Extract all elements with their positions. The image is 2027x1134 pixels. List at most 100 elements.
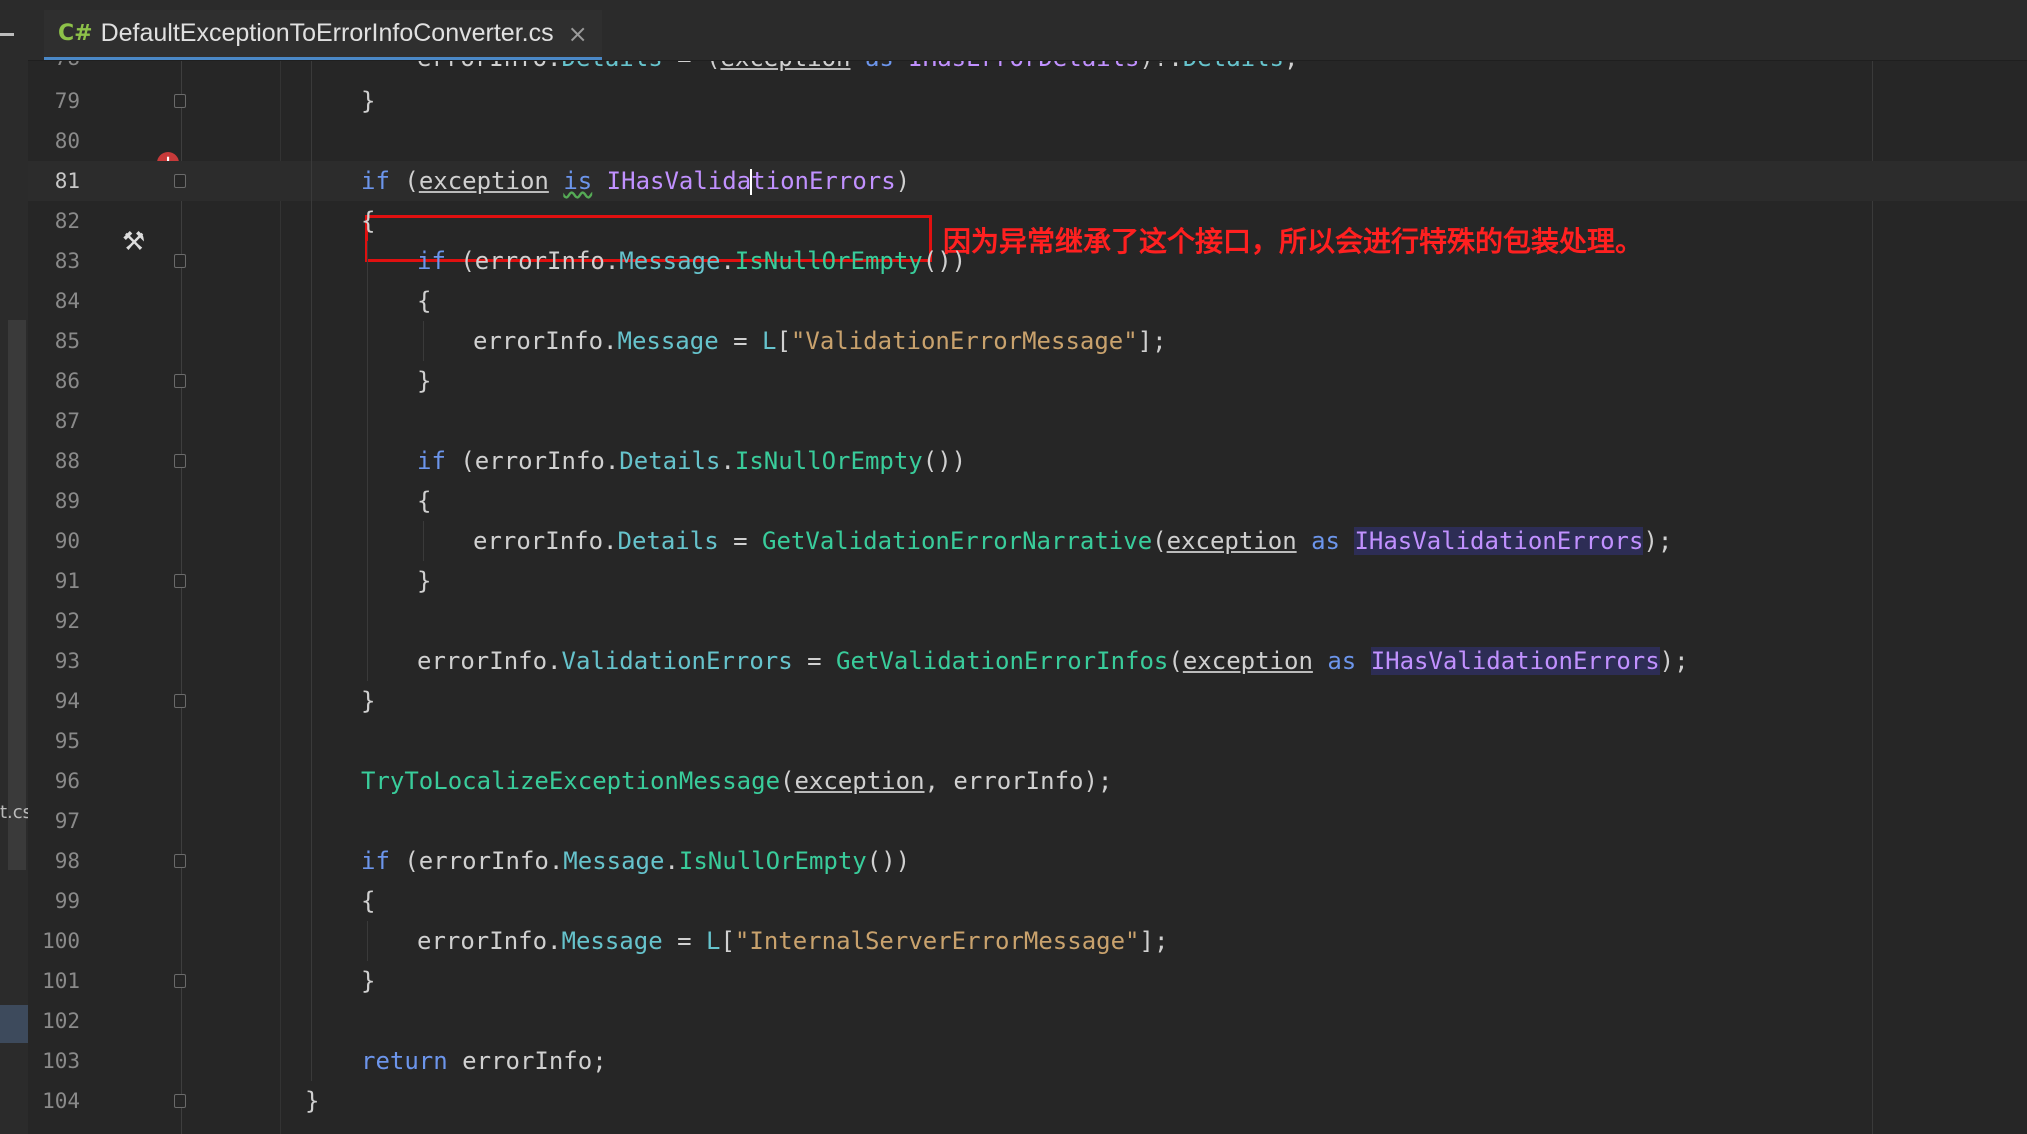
code-line[interactable]: 99 { xyxy=(28,881,2027,921)
fold-start-icon[interactable] xyxy=(174,854,186,868)
line-number: 87 xyxy=(28,401,80,441)
code-text[interactable]: { xyxy=(361,881,375,921)
indent-guide xyxy=(367,921,368,961)
line-number: 80 xyxy=(28,121,80,161)
indent-guide xyxy=(423,521,424,561)
code-line[interactable]: 90 errorInfo.Details = GetValidationErro… xyxy=(28,521,2027,561)
code-line[interactable]: 80 xyxy=(28,121,2027,161)
code-text[interactable]: { xyxy=(417,481,431,521)
code-text[interactable]: errorInfo.Message = L["InternalServerErr… xyxy=(417,921,1168,961)
code-text[interactable]: } xyxy=(361,681,375,721)
code-line[interactable]: 84 { xyxy=(28,281,2027,321)
line-number: 84 xyxy=(28,281,80,321)
fold-end-icon[interactable] xyxy=(174,374,186,388)
line-number: 79 xyxy=(28,81,80,121)
code-text[interactable]: } xyxy=(361,81,375,121)
code-line[interactable]: 79 } xyxy=(28,81,2027,121)
code-line[interactable]: 96 TryToLocalizeExceptionMessage(excepti… xyxy=(28,761,2027,801)
code-line[interactable]: 103 return errorInfo; xyxy=(28,1041,2027,1081)
file-tab[interactable]: C# DefaultExceptionToErrorInfoConverter.… xyxy=(44,10,602,60)
line-number: 82 xyxy=(28,201,80,241)
editor-tab-bar: C# DefaultExceptionToErrorInfoConverter.… xyxy=(28,0,2027,61)
csharp-icon: C# xyxy=(58,21,93,46)
code-line[interactable]: 89 { xyxy=(28,481,2027,521)
line-number: 96 xyxy=(28,761,80,801)
line-number: 93 xyxy=(28,641,80,681)
code-line-current[interactable]: 81 if (exception is IHasValidationErrors… xyxy=(28,161,2027,201)
code-line[interactable]: 82 { xyxy=(28,201,2027,241)
code-editor[interactable]: 78 errorInfo.Details = (exception as IHa… xyxy=(28,61,2027,1134)
code-line[interactable]: 85 errorInfo.Message = L["ValidationErro… xyxy=(28,321,2027,361)
code-text[interactable]: if (exception is IHasValidationErrors) xyxy=(361,161,910,201)
line-number: 102 xyxy=(28,1001,80,1041)
line-number: 91 xyxy=(28,561,80,601)
line-number: 94 xyxy=(28,681,80,721)
file-tab-label: DefaultExceptionToErrorInfoConverter.cs xyxy=(101,19,554,48)
code-line[interactable]: 101 } xyxy=(28,961,2027,1001)
fold-end-icon[interactable] xyxy=(174,974,186,988)
code-line[interactable]: 104 } xyxy=(28,1081,2027,1121)
line-number: 98 xyxy=(28,841,80,881)
fold-end-icon[interactable] xyxy=(174,94,186,108)
code-text[interactable]: } xyxy=(417,561,431,601)
line-number: 86 xyxy=(28,361,80,401)
code-text[interactable]: errorInfo.ValidationErrors = GetValidati… xyxy=(417,641,1689,681)
code-line[interactable]: 94 } xyxy=(28,681,2027,721)
side-panel-strip[interactable]: t.cs xyxy=(0,0,29,1134)
fold-end-icon[interactable] xyxy=(174,574,186,588)
code-line[interactable]: 78 errorInfo.Details = (exception as IHa… xyxy=(28,61,2027,78)
code-text[interactable]: if (errorInfo.Details.IsNullOrEmpty()) xyxy=(417,441,966,481)
code-line[interactable]: 102 xyxy=(28,1001,2027,1041)
fold-end-icon[interactable] xyxy=(174,1094,186,1108)
code-line[interactable]: 83 if (errorInfo.Message.IsNullOrEmpty()… xyxy=(28,241,2027,281)
code-line[interactable]: 97 xyxy=(28,801,2027,841)
code-text[interactable]: return errorInfo; xyxy=(361,1041,607,1081)
fold-start-icon[interactable] xyxy=(174,254,186,268)
line-number: 83 xyxy=(28,241,80,281)
indent-guide xyxy=(367,241,368,681)
line-number: 103 xyxy=(28,1041,80,1081)
code-text[interactable]: TryToLocalizeExceptionMessage(exception,… xyxy=(361,761,1112,801)
code-text[interactable]: errorInfo.Details = (exception as IHasEr… xyxy=(417,61,1298,78)
line-number: 89 xyxy=(28,481,80,521)
line-number: 90 xyxy=(28,521,80,561)
code-text[interactable]: } xyxy=(361,961,375,1001)
code-text[interactable]: { xyxy=(417,281,431,321)
code-line[interactable]: 88 if (errorInfo.Details.IsNullOrEmpty()… xyxy=(28,441,2027,481)
line-number: 99 xyxy=(28,881,80,921)
code-line[interactable]: 87 xyxy=(28,401,2027,441)
collapse-icon[interactable] xyxy=(0,33,14,36)
line-number: 88 xyxy=(28,441,80,481)
code-line[interactable]: 92 xyxy=(28,601,2027,641)
code-line[interactable]: 95 xyxy=(28,721,2027,761)
line-number: 97 xyxy=(28,801,80,841)
line-number: 81 xyxy=(28,161,80,201)
fold-end-icon[interactable] xyxy=(174,694,186,708)
line-number: 100 xyxy=(28,921,80,961)
indent-guide xyxy=(311,61,312,1081)
code-text[interactable]: errorInfo.Message = L["ValidationErrorMe… xyxy=(473,321,1167,361)
code-text[interactable]: errorInfo.Details = GetValidationErrorNa… xyxy=(473,521,1672,561)
line-number: 101 xyxy=(28,961,80,1001)
fold-start-icon[interactable] xyxy=(174,454,186,468)
close-icon[interactable]: × xyxy=(568,20,588,48)
code-line[interactable]: 86 } xyxy=(28,361,2027,401)
side-panel-selection xyxy=(0,1005,28,1043)
code-line[interactable]: 91 } xyxy=(28,561,2027,601)
line-number: 95 xyxy=(28,721,80,761)
code-text[interactable]: { xyxy=(361,201,375,241)
line-number: 104 xyxy=(28,1081,80,1121)
code-text[interactable]: } xyxy=(417,361,431,401)
indent-guide xyxy=(423,321,424,361)
line-number: 78 xyxy=(28,61,80,78)
code-text[interactable]: if (errorInfo.Message.IsNullOrEmpty()) xyxy=(361,841,910,881)
code-line[interactable]: 93 errorInfo.ValidationErrors = GetValid… xyxy=(28,641,2027,681)
fold-start-icon[interactable] xyxy=(174,174,186,188)
code-line[interactable]: 100 errorInfo.Message = L["InternalServe… xyxy=(28,921,2027,961)
code-text[interactable]: } xyxy=(305,1081,319,1121)
line-number: 85 xyxy=(28,321,80,361)
code-line[interactable]: 98 if (errorInfo.Message.IsNullOrEmpty()… xyxy=(28,841,2027,881)
side-panel-scrollbar[interactable] xyxy=(8,320,26,870)
line-number: 92 xyxy=(28,601,80,641)
code-text[interactable]: if (errorInfo.Message.IsNullOrEmpty()) xyxy=(417,241,966,281)
